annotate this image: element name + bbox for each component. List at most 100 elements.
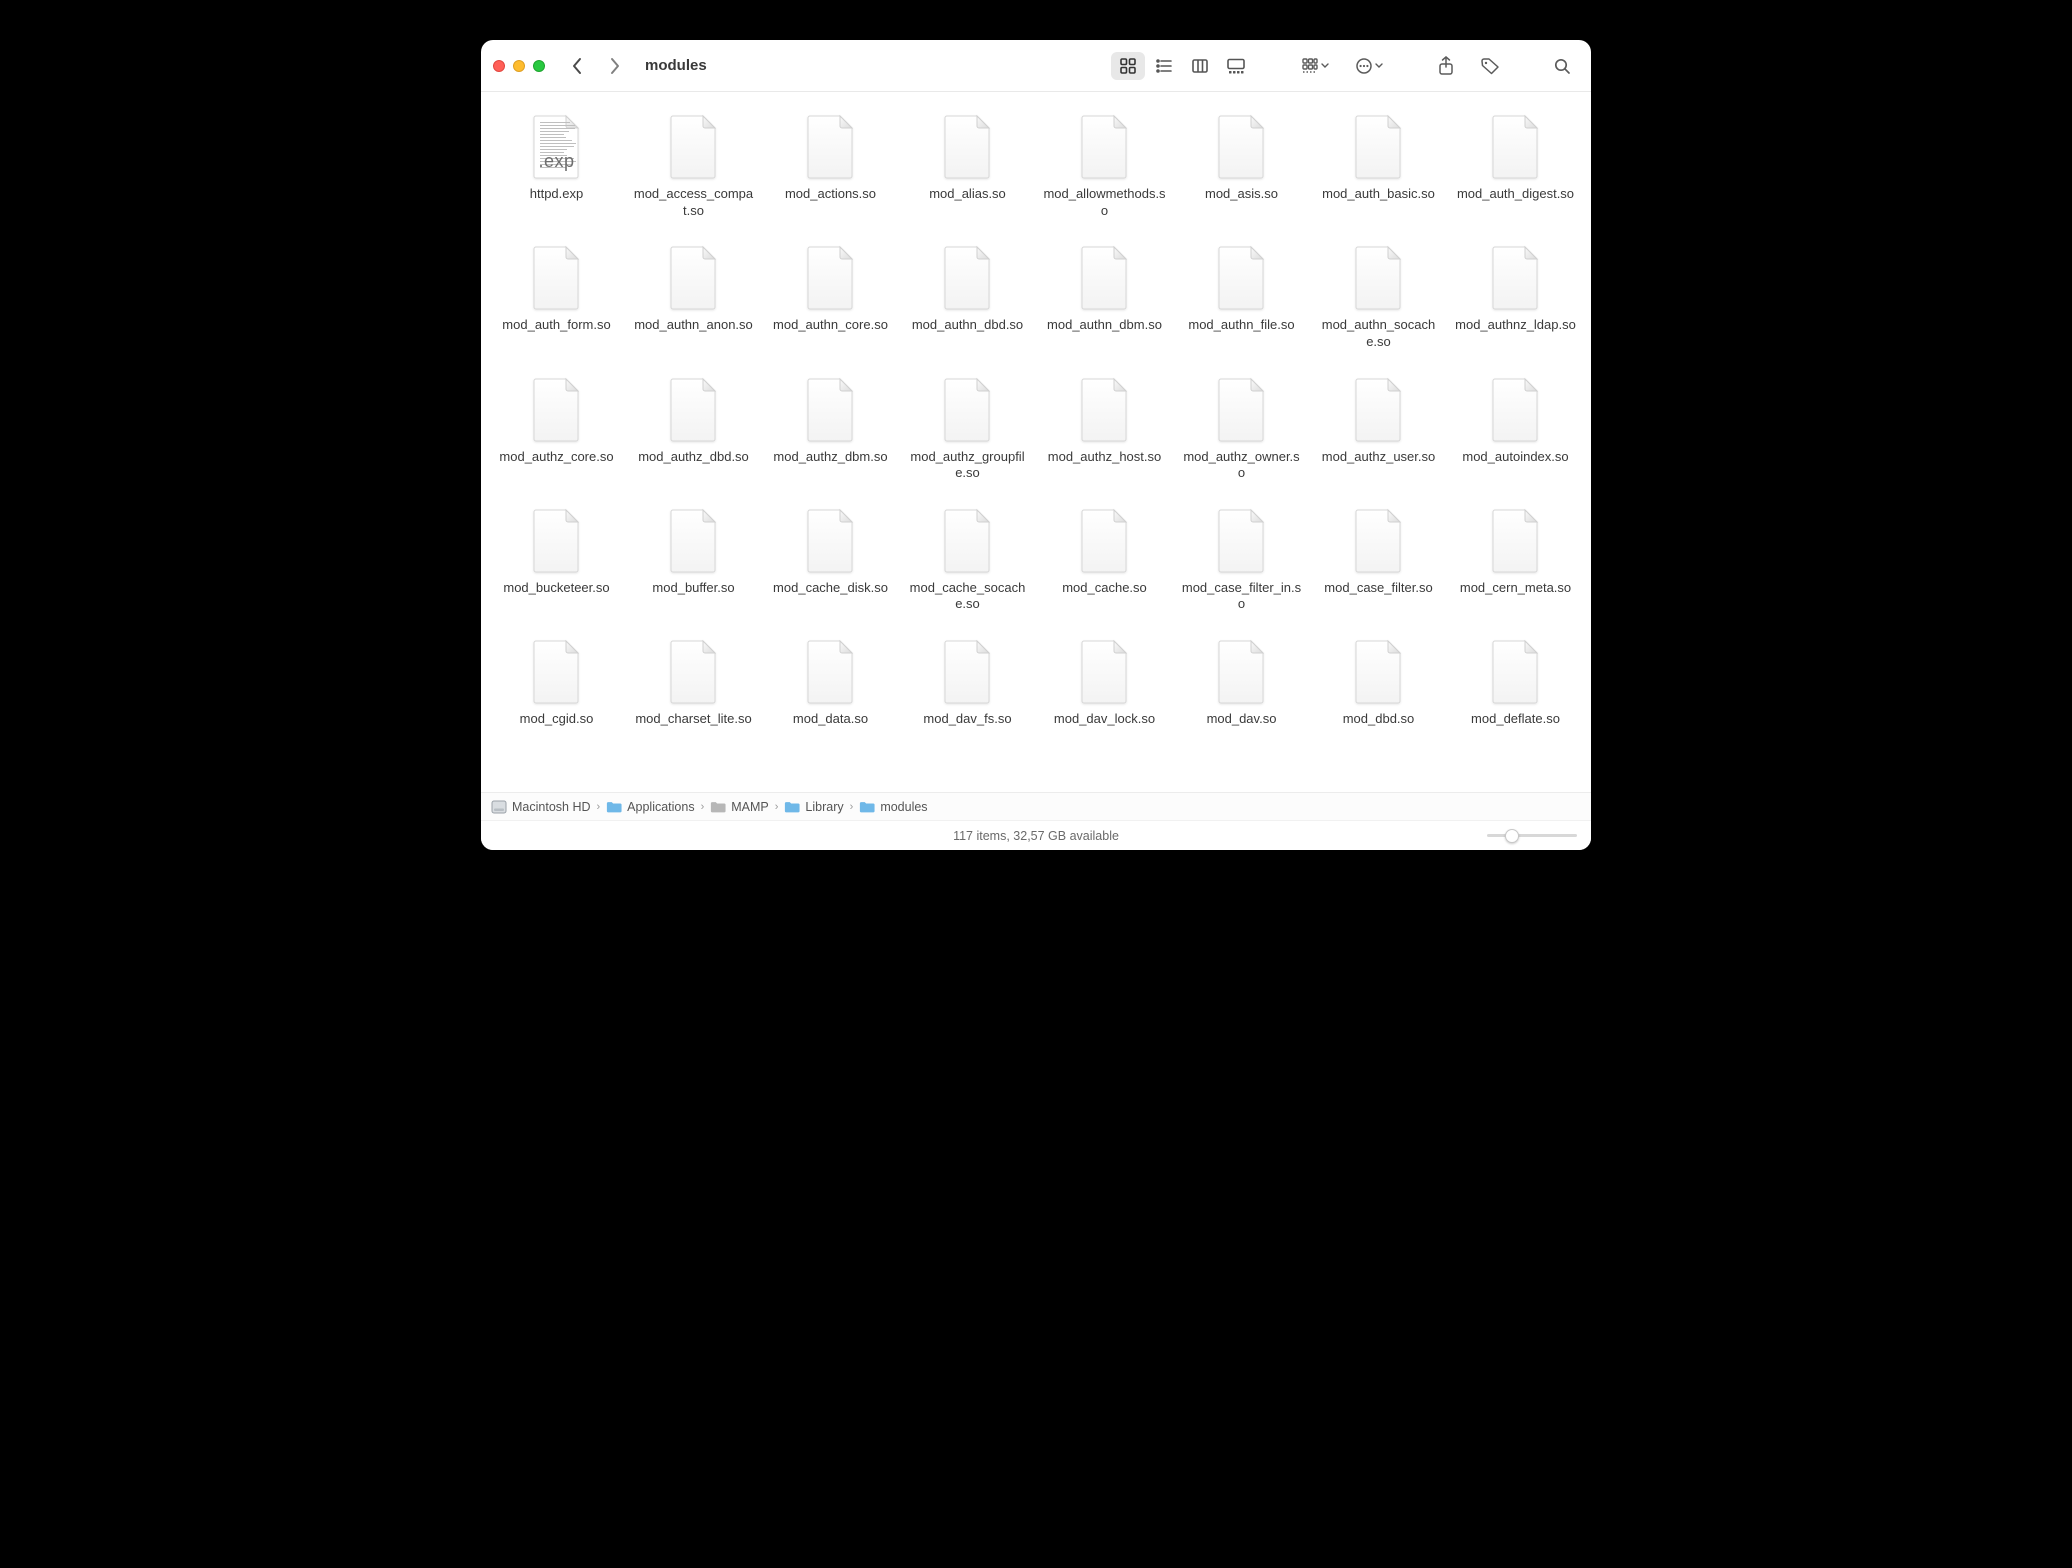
icon-size-slider[interactable] xyxy=(1487,828,1577,844)
file-item[interactable]: mod_dbd.so xyxy=(1313,631,1444,730)
file-item[interactable]: mod_charset_lite.so xyxy=(628,631,759,730)
search-button[interactable] xyxy=(1545,52,1579,80)
file-label: mod_authnz_ldap.so xyxy=(1455,317,1576,334)
file-item[interactable]: mod_auth_form.so xyxy=(491,237,622,352)
share-button[interactable] xyxy=(1429,52,1463,80)
window-controls xyxy=(493,60,545,72)
file-item[interactable]: mod_cache_disk.so xyxy=(765,500,896,615)
path-crumb[interactable]: Macintosh HD xyxy=(491,800,591,814)
file-label: mod_actions.so xyxy=(785,186,876,203)
file-label: mod_auth_basic.so xyxy=(1322,186,1435,203)
file-item[interactable]: mod_authn_anon.so xyxy=(628,237,759,352)
view-list-button[interactable] xyxy=(1147,52,1181,80)
file-item[interactable]: mod_authz_core.so xyxy=(491,369,622,484)
file-item[interactable]: mod_authn_socache.so xyxy=(1313,237,1444,352)
file-item[interactable]: mod_dav.so xyxy=(1176,631,1307,730)
file-label: mod_authz_core.so xyxy=(499,449,613,466)
file-label: mod_dav.so xyxy=(1207,711,1277,728)
file-label: mod_cgid.so xyxy=(520,711,594,728)
file-label: mod_authn_core.so xyxy=(773,317,888,334)
document-icon xyxy=(658,502,730,574)
zoom-button[interactable] xyxy=(533,60,545,72)
tags-button[interactable] xyxy=(1473,52,1507,80)
document-icon xyxy=(1343,371,1415,443)
action-menu-button[interactable] xyxy=(1347,52,1391,80)
file-item[interactable]: mod_cgid.so xyxy=(491,631,622,730)
file-label: mod_asis.so xyxy=(1205,186,1278,203)
document-icon xyxy=(1480,633,1552,705)
file-item[interactable]: mod_authz_groupfile.so xyxy=(902,369,1033,484)
close-button[interactable] xyxy=(493,60,505,72)
document-icon xyxy=(1206,633,1278,705)
document-icon xyxy=(1206,502,1278,574)
file-label: mod_authz_owner.so xyxy=(1180,449,1303,482)
document-icon xyxy=(1069,371,1141,443)
file-item[interactable]: mod_authz_user.so xyxy=(1313,369,1444,484)
file-label: mod_bucketeer.so xyxy=(503,580,609,597)
file-item[interactable]: mod_cache.so xyxy=(1039,500,1170,615)
file-item[interactable]: mod_authz_dbd.so xyxy=(628,369,759,484)
group-by-button[interactable] xyxy=(1293,52,1337,80)
file-item[interactable]: mod_buffer.so xyxy=(628,500,759,615)
file-item[interactable]: mod_alias.so xyxy=(902,106,1033,221)
file-item[interactable]: mod_authn_core.so xyxy=(765,237,896,352)
file-item[interactable]: mod_bucketeer.so xyxy=(491,500,622,615)
file-label: mod_charset_lite.so xyxy=(635,711,751,728)
file-item[interactable]: mod_authn_file.so xyxy=(1176,237,1307,352)
chevron-down-icon xyxy=(1375,62,1383,70)
file-item[interactable]: mod_deflate.so xyxy=(1450,631,1581,730)
document-icon xyxy=(1206,108,1278,180)
path-crumb-label: Library xyxy=(805,800,843,814)
document-icon xyxy=(1343,108,1415,180)
file-label: mod_authz_host.so xyxy=(1048,449,1161,466)
file-label: mod_authz_user.so xyxy=(1322,449,1435,466)
file-item[interactable]: mod_dav_fs.so xyxy=(902,631,1033,730)
file-item[interactable]: mod_auth_digest.so xyxy=(1450,106,1581,221)
file-item[interactable]: mod_case_filter.so xyxy=(1313,500,1444,615)
document-icon xyxy=(795,633,867,705)
file-item[interactable]: mod_authz_owner.so xyxy=(1176,369,1307,484)
path-crumb[interactable]: modules xyxy=(859,800,927,814)
view-icon-button[interactable] xyxy=(1111,52,1145,80)
file-item[interactable]: mod_auth_basic.so xyxy=(1313,106,1444,221)
document-icon xyxy=(932,502,1004,574)
file-item[interactable]: mod_dav_lock.so xyxy=(1039,631,1170,730)
file-item[interactable]: mod_authn_dbm.so xyxy=(1039,237,1170,352)
file-item[interactable]: mod_authz_dbm.so xyxy=(765,369,896,484)
file-item[interactable]: mod_cern_meta.so xyxy=(1450,500,1581,615)
document-icon xyxy=(521,633,593,705)
path-crumb[interactable]: Library xyxy=(784,800,843,814)
view-gallery-button[interactable] xyxy=(1219,52,1253,80)
file-item[interactable]: mod_allowmethods.so xyxy=(1039,106,1170,221)
document-icon xyxy=(1069,502,1141,574)
file-label: mod_auth_digest.so xyxy=(1457,186,1574,203)
back-button[interactable] xyxy=(563,52,591,80)
file-item[interactable]: mod_access_compat.so xyxy=(628,106,759,221)
file-item[interactable]: mod_authn_dbd.so xyxy=(902,237,1033,352)
file-label: mod_dav_fs.so xyxy=(923,711,1011,728)
toolbar: modules xyxy=(481,40,1591,92)
minimize-button[interactable] xyxy=(513,60,525,72)
document-icon xyxy=(1343,633,1415,705)
file-item[interactable]: mod_autoindex.so xyxy=(1450,369,1581,484)
path-crumb[interactable]: MAMP xyxy=(710,800,769,814)
path-crumb[interactable]: Applications xyxy=(606,800,694,814)
view-column-button[interactable] xyxy=(1183,52,1217,80)
document-icon xyxy=(1480,239,1552,311)
file-item[interactable]: mod_asis.so xyxy=(1176,106,1307,221)
document-icon xyxy=(1069,108,1141,180)
file-item[interactable]: mod_authz_host.so xyxy=(1039,369,1170,484)
file-label: mod_dbd.so xyxy=(1343,711,1415,728)
file-item[interactable]: mod_case_filter_in.so xyxy=(1176,500,1307,615)
window-title: modules xyxy=(645,57,707,74)
file-grid-container[interactable]: .exp httpd.exp mod_access_compat.so mod_… xyxy=(481,92,1591,792)
file-item[interactable]: .exp httpd.exp xyxy=(491,106,622,221)
file-item[interactable]: mod_data.so xyxy=(765,631,896,730)
document-icon xyxy=(658,239,730,311)
file-item[interactable]: mod_actions.so xyxy=(765,106,896,221)
file-item[interactable]: mod_authnz_ldap.so xyxy=(1450,237,1581,352)
document-icon xyxy=(795,108,867,180)
file-item[interactable]: mod_cache_socache.so xyxy=(902,500,1033,615)
chevron-right-icon: › xyxy=(597,801,601,813)
forward-button[interactable] xyxy=(601,52,629,80)
